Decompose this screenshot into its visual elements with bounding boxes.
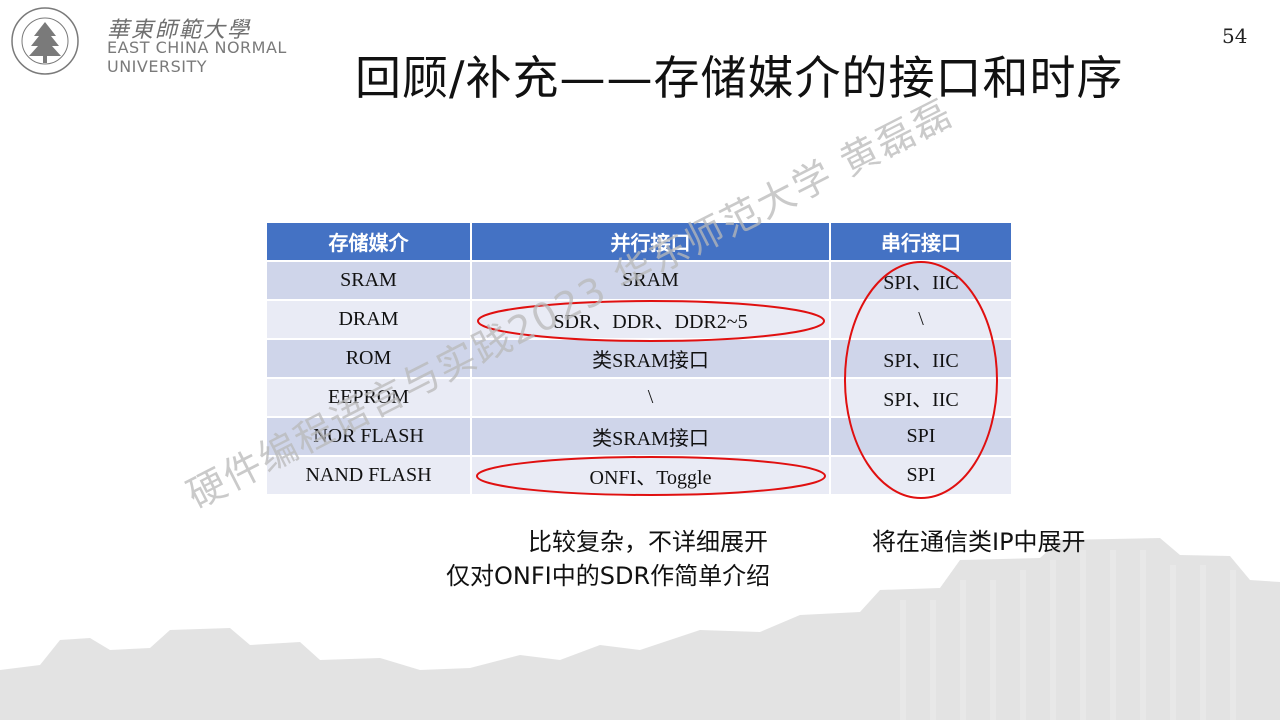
table-row: NAND FLASH ONFI、Toggle SPI <box>267 456 1013 496</box>
cell-media: DRAM <box>267 300 472 340</box>
note-complex: 比较复杂，不详细展开 <box>528 528 768 556</box>
cell-parallel: \ <box>471 378 831 418</box>
cell-serial: SPI、IIC <box>830 339 1013 379</box>
note-communication-ip: 将在通信类IP中展开 <box>872 528 1086 556</box>
slide: 華東師範大學 EAST CHINA NORMAL UNIVERSITY 54 回… <box>0 0 1280 720</box>
header-serial-interface: 串行接口 <box>830 223 1013 262</box>
cell-parallel: 类SRAM接口 <box>471 417 831 457</box>
table-row: DRAM SDR、DDR、DDR2~5 \ <box>267 300 1013 340</box>
cell-parallel: ONFI、Toggle <box>471 456 831 496</box>
note-onfi-sdr: 仅对ONFI中的SDR作简单介绍 <box>446 562 771 590</box>
slide-title: 回顾/补充——存储媒介的接口和时序 <box>355 51 1124 105</box>
cell-media: SRAM <box>267 261 472 301</box>
university-name-english-line2: UNIVERSITY <box>107 57 207 76</box>
university-logo: 華東師範大學 EAST CHINA NORMAL UNIVERSITY <box>10 6 300 78</box>
cell-serial: \ <box>830 300 1013 340</box>
cell-serial: SPI <box>830 417 1013 457</box>
university-name-english-line1: EAST CHINA NORMAL <box>107 38 287 57</box>
page-number: 54 <box>1222 24 1248 48</box>
cell-serial: SPI、IIC <box>830 378 1013 418</box>
university-seal-icon <box>11 7 79 75</box>
cell-serial: SPI、IIC <box>830 261 1013 301</box>
cell-serial: SPI <box>830 456 1013 496</box>
header-storage-media: 存储媒介 <box>267 223 472 262</box>
